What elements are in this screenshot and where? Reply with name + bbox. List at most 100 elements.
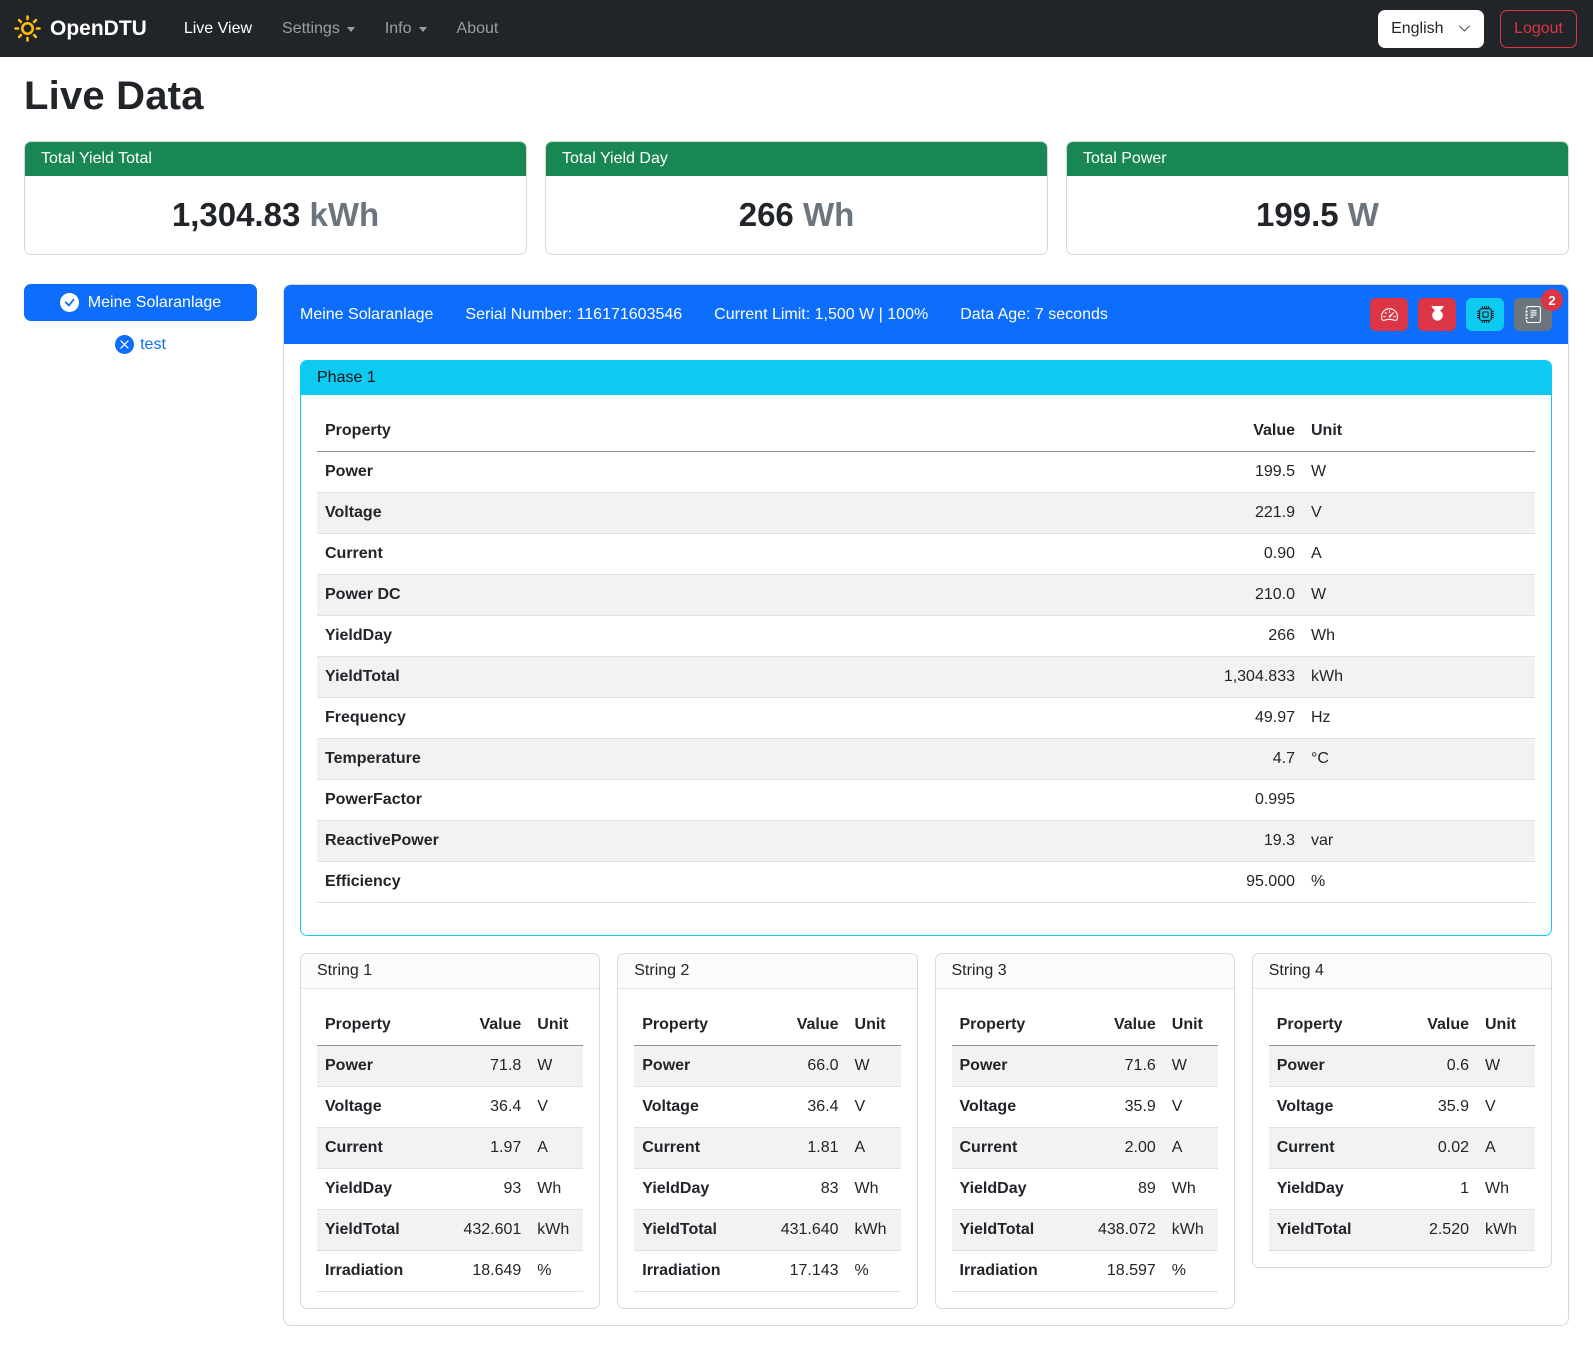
power-toggle-button[interactable]	[1418, 298, 1456, 331]
table-header-row: Property Value Unit	[317, 411, 1535, 452]
table-row: Voltage 36.4 V	[317, 1087, 583, 1128]
row-unit: Wh	[847, 1169, 901, 1210]
table-row: Power 71.8 W	[317, 1046, 583, 1087]
table-row: Voltage 35.9 V	[1269, 1087, 1535, 1128]
string-4-table: Property Value Unit Power	[1269, 1005, 1535, 1251]
row-value: 36.4	[773, 1087, 847, 1128]
string-2-card: String 2 Property Value Unit	[617, 953, 917, 1309]
inverter-list-sidebar: Meine Solaranlage test	[24, 284, 257, 354]
totals-row: Total Yield Total 1,304.83 kWh Total Yie…	[24, 141, 1569, 255]
row-value: 17.143	[773, 1251, 847, 1292]
dropdown-caret-icon	[419, 27, 427, 32]
row-property: YieldTotal	[317, 1210, 455, 1251]
row-value: 1.97	[455, 1128, 529, 1169]
inverter-list-item-test[interactable]: test	[24, 335, 257, 354]
phase-panel-title: Phase 1	[301, 361, 1551, 395]
row-unit: Wh	[1477, 1169, 1535, 1210]
nav-item-live-view[interactable]: Live View	[169, 12, 267, 46]
row-property: Current	[952, 1128, 1090, 1169]
row-unit: V	[1477, 1087, 1535, 1128]
table-row: Voltage 36.4 V	[634, 1087, 900, 1128]
column-header-value: Value	[1048, 411, 1303, 452]
column-header-value: Value	[455, 1005, 529, 1046]
row-property: YieldTotal	[952, 1210, 1090, 1251]
row-unit: kWh	[1164, 1210, 1218, 1251]
table-row: YieldTotal 1,304.833 kWh	[317, 657, 1535, 698]
table-header-row: Property Value Unit	[1269, 1005, 1535, 1046]
table-row: Current 2.00 A	[952, 1128, 1218, 1169]
row-property: YieldDay	[317, 616, 1048, 657]
row-value: 35.9	[1090, 1087, 1164, 1128]
device-info-button[interactable]	[1466, 298, 1504, 331]
column-header-property: Property	[952, 1005, 1090, 1046]
total-card-unit: kWh	[309, 196, 379, 233]
row-unit: kWh	[1303, 657, 1535, 698]
nav-item-about[interactable]: About	[442, 12, 514, 46]
phase-panel: Phase 1 Property Value Unit	[300, 360, 1552, 936]
row-property: YieldTotal	[317, 657, 1048, 698]
row-property: Power	[317, 1046, 455, 1087]
table-header-row: Property Value Unit	[952, 1005, 1218, 1046]
column-header-value: Value	[1407, 1005, 1477, 1046]
table-row: Power 71.6 W	[952, 1046, 1218, 1087]
phase-table: Property Value Unit Power	[317, 411, 1535, 903]
page-title: Live Data	[24, 74, 1569, 119]
speedometer-icon	[1381, 306, 1398, 323]
column-header-property: Property	[317, 1005, 455, 1046]
inverter-test-label: test	[140, 336, 166, 354]
total-yield-total-card: Total Yield Total 1,304.83 kWh	[24, 141, 527, 255]
chevron-down-icon	[1458, 22, 1471, 35]
table-row: PowerFactor 0.995	[317, 780, 1535, 821]
row-value: 438.072	[1090, 1210, 1164, 1251]
table-row: YieldTotal 438.072 kWh	[952, 1210, 1218, 1251]
nav-item-info[interactable]: Info	[370, 12, 442, 46]
row-property: Power	[952, 1046, 1090, 1087]
nav-item-settings[interactable]: Settings	[267, 12, 370, 46]
total-card-value: 1,304.83	[172, 196, 300, 233]
language-select-value: English	[1391, 20, 1443, 38]
row-unit: V	[529, 1087, 583, 1128]
brand[interactable]: OpenDTU	[14, 15, 147, 42]
row-unit: %	[847, 1251, 901, 1292]
table-row: Frequency 49.97 Hz	[317, 698, 1535, 739]
row-unit: A	[1164, 1128, 1218, 1169]
table-row: Power 0.6 W	[1269, 1046, 1535, 1087]
inverter-card-header: Meine Solaranlage Serial Number: 1161716…	[284, 285, 1568, 344]
row-unit: W	[1477, 1046, 1535, 1087]
strings-row: String 1 Property Value Unit	[300, 953, 1552, 1309]
column-header-value: Value	[1090, 1005, 1164, 1046]
row-unit: °C	[1303, 739, 1535, 780]
power-icon	[1429, 306, 1446, 323]
string-card-title: String 1	[301, 954, 599, 989]
navbar-right: English Logout	[1378, 10, 1577, 48]
row-unit: %	[1164, 1251, 1218, 1292]
row-unit: W	[529, 1046, 583, 1087]
row-value: 36.4	[455, 1087, 529, 1128]
column-header-unit: Unit	[1477, 1005, 1535, 1046]
inverter-actions: 2	[1370, 298, 1552, 331]
language-select[interactable]: English	[1378, 10, 1484, 48]
total-card-unit: W	[1348, 196, 1379, 233]
row-unit: var	[1303, 821, 1535, 862]
row-unit: V	[847, 1087, 901, 1128]
inverter-limit: Current Limit: 1,500 W | 100%	[714, 306, 928, 324]
column-header-unit: Unit	[847, 1005, 901, 1046]
row-unit: V	[1164, 1087, 1218, 1128]
row-value: 89	[1090, 1169, 1164, 1210]
inverter-select-label: Meine Solaranlage	[88, 294, 221, 312]
table-row: YieldDay 93 Wh	[317, 1169, 583, 1210]
row-property: YieldDay	[317, 1169, 455, 1210]
row-value: 266	[1048, 616, 1303, 657]
limit-settings-button[interactable]	[1370, 298, 1408, 331]
inverter-select-button[interactable]: Meine Solaranlage	[24, 284, 257, 321]
row-value: 1	[1407, 1169, 1477, 1210]
column-header-property: Property	[317, 411, 1048, 452]
row-property: Voltage	[634, 1087, 772, 1128]
event-log-button[interactable]: 2	[1514, 298, 1552, 331]
logout-button[interactable]: Logout	[1500, 10, 1577, 48]
string-3-card: String 3 Property Value Unit	[935, 953, 1235, 1309]
total-card-label: Total Yield Total	[25, 142, 526, 176]
row-unit: Wh	[1303, 616, 1535, 657]
row-value: 1.81	[773, 1128, 847, 1169]
table-row: Efficiency 95.000 %	[317, 862, 1535, 903]
